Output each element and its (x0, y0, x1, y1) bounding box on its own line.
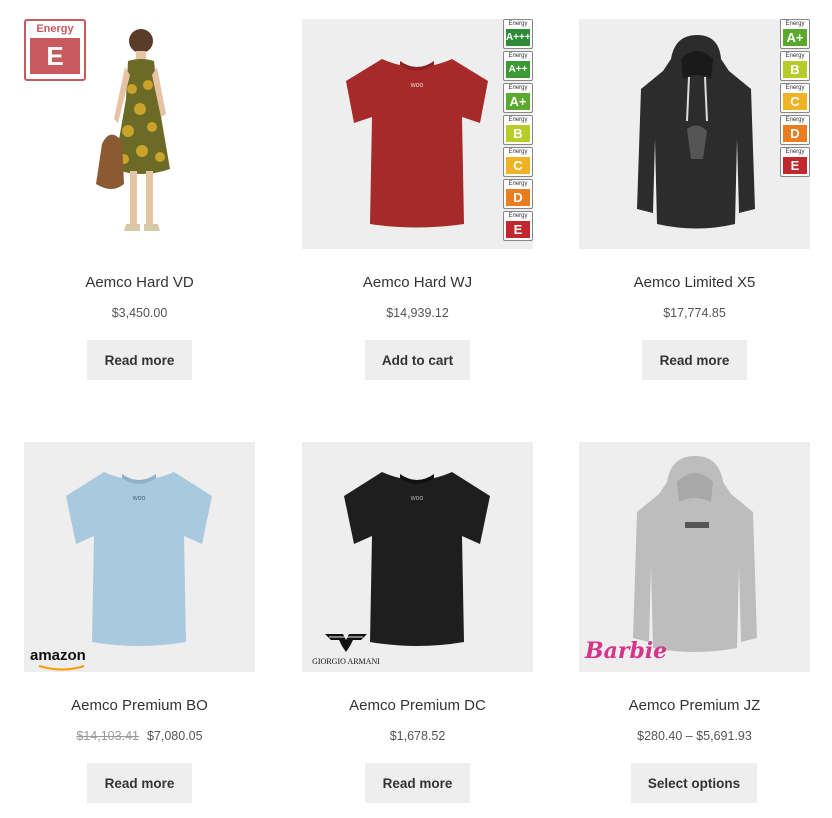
product-price: $280.40 – $5,691.93 (637, 729, 752, 743)
energy-grade: B (783, 61, 807, 78)
read-more-button[interactable]: Read more (365, 763, 470, 803)
energy-word: Energy (508, 181, 528, 187)
energy-label: Energy (36, 23, 74, 35)
product-title[interactable]: Aemco Hard VD (24, 274, 255, 291)
energy-grade: E (506, 221, 530, 238)
read-more-button[interactable]: Read more (87, 763, 192, 803)
energy-grade: C (506, 157, 530, 174)
energy-grade: A++ (506, 61, 530, 78)
energy-word: Energy (508, 213, 528, 219)
old-price: $14,103.41 (76, 729, 139, 743)
energy-grade: E (30, 38, 80, 74)
energy-label-aplus: Energy A+ (503, 83, 533, 113)
energy-label-c: Energy C (780, 83, 810, 113)
energy-label-b: Energy B (503, 115, 533, 145)
energy-label-c: Energy C (503, 147, 533, 177)
light-blue-tshirt-image: woo (66, 472, 212, 646)
energy-label-aplusplus: Energy A++ (503, 51, 533, 81)
product-title[interactable]: Aemco Hard WJ (302, 274, 533, 291)
barbie-logo: Barbie (585, 638, 668, 664)
black-hoodie-image (637, 35, 755, 229)
energy-ladder: Energy A+ Energy B Energy C Energy D Energy E (780, 19, 810, 179)
energy-word: Energy (508, 21, 528, 27)
energy-word: Energy (785, 117, 805, 123)
energy-word: Energy (785, 149, 805, 155)
energy-label-aplus: Energy A+ (780, 19, 810, 49)
product-image[interactable]: woo amazon (24, 442, 255, 672)
product-image[interactable]: woo GIORGIO ARMANI (302, 442, 533, 672)
amazon-logo: amazon (30, 647, 86, 671)
red-tshirt-image: woo (346, 59, 488, 228)
energy-word: Energy (785, 53, 805, 59)
energy-word: Energy (785, 21, 805, 27)
read-more-button[interactable]: Read more (642, 340, 747, 380)
energy-grade: A+ (783, 29, 807, 46)
add-to-cart-button[interactable]: Add to cart (365, 340, 470, 380)
energy-grade: D (506, 189, 530, 206)
product-price: $17,774.85 (663, 306, 726, 320)
product-title[interactable]: Aemco Premium DC (302, 697, 533, 714)
read-more-button[interactable]: Read more (87, 340, 192, 380)
energy-label-aplusplusplus: Energy A+++ (503, 19, 533, 49)
energy-grade: B (506, 125, 530, 142)
tee-print: woo (410, 495, 424, 502)
energy-label-d: Energy D (780, 115, 810, 145)
eagle-icon (325, 634, 367, 652)
tee-print: woo (410, 82, 424, 89)
energy-ladder: Energy A+++ Energy A++ Energy A+ Energy B Energy… (503, 19, 533, 243)
energy-word: Energy (785, 85, 805, 91)
energy-grade: A+ (506, 93, 530, 110)
energy-word: Energy (508, 149, 528, 155)
energy-label-d: Energy D (503, 179, 533, 209)
energy-word: Energy (508, 53, 528, 59)
energy-label-e: Energy E (780, 147, 810, 177)
sale-price: $7,080.05 (146, 729, 203, 743)
product-price: $1,678.52 (389, 729, 446, 743)
energy-grade: D (783, 125, 807, 142)
product-title[interactable]: Aemco Premium BO (24, 697, 255, 714)
energy-grade: C (783, 93, 807, 110)
product-image[interactable]: woo Energy A+++ Energy A++ Energy A+ Energy B En… (302, 19, 533, 249)
energy-grade: A+++ (506, 29, 531, 46)
armani-logo: GIORGIO ARMANI (306, 632, 386, 666)
product-price: $14,103.41 $7,080.05 (24, 729, 255, 743)
product-price: $3,450.00 (111, 306, 168, 320)
energy-badge: Energy E (24, 19, 86, 81)
tee-print: woo (132, 495, 146, 502)
product-image[interactable]: Energy A+ Energy B Energy C Energy D Energy E (579, 19, 810, 249)
product-price: $14,939.12 (386, 306, 449, 320)
energy-word: Energy (508, 85, 528, 91)
product-title[interactable]: Aemco Limited X5 (579, 274, 810, 291)
product-image[interactable]: Energy E (24, 19, 255, 249)
energy-grade: E (783, 157, 807, 174)
select-options-button[interactable]: Select options (631, 763, 757, 803)
energy-label-b: Energy B (780, 51, 810, 81)
energy-label-e: Energy E (503, 211, 533, 241)
product-title[interactable]: Aemco Premium JZ (579, 697, 810, 714)
energy-word: Energy (508, 117, 528, 123)
product-image[interactable]: Barbie (579, 442, 810, 672)
